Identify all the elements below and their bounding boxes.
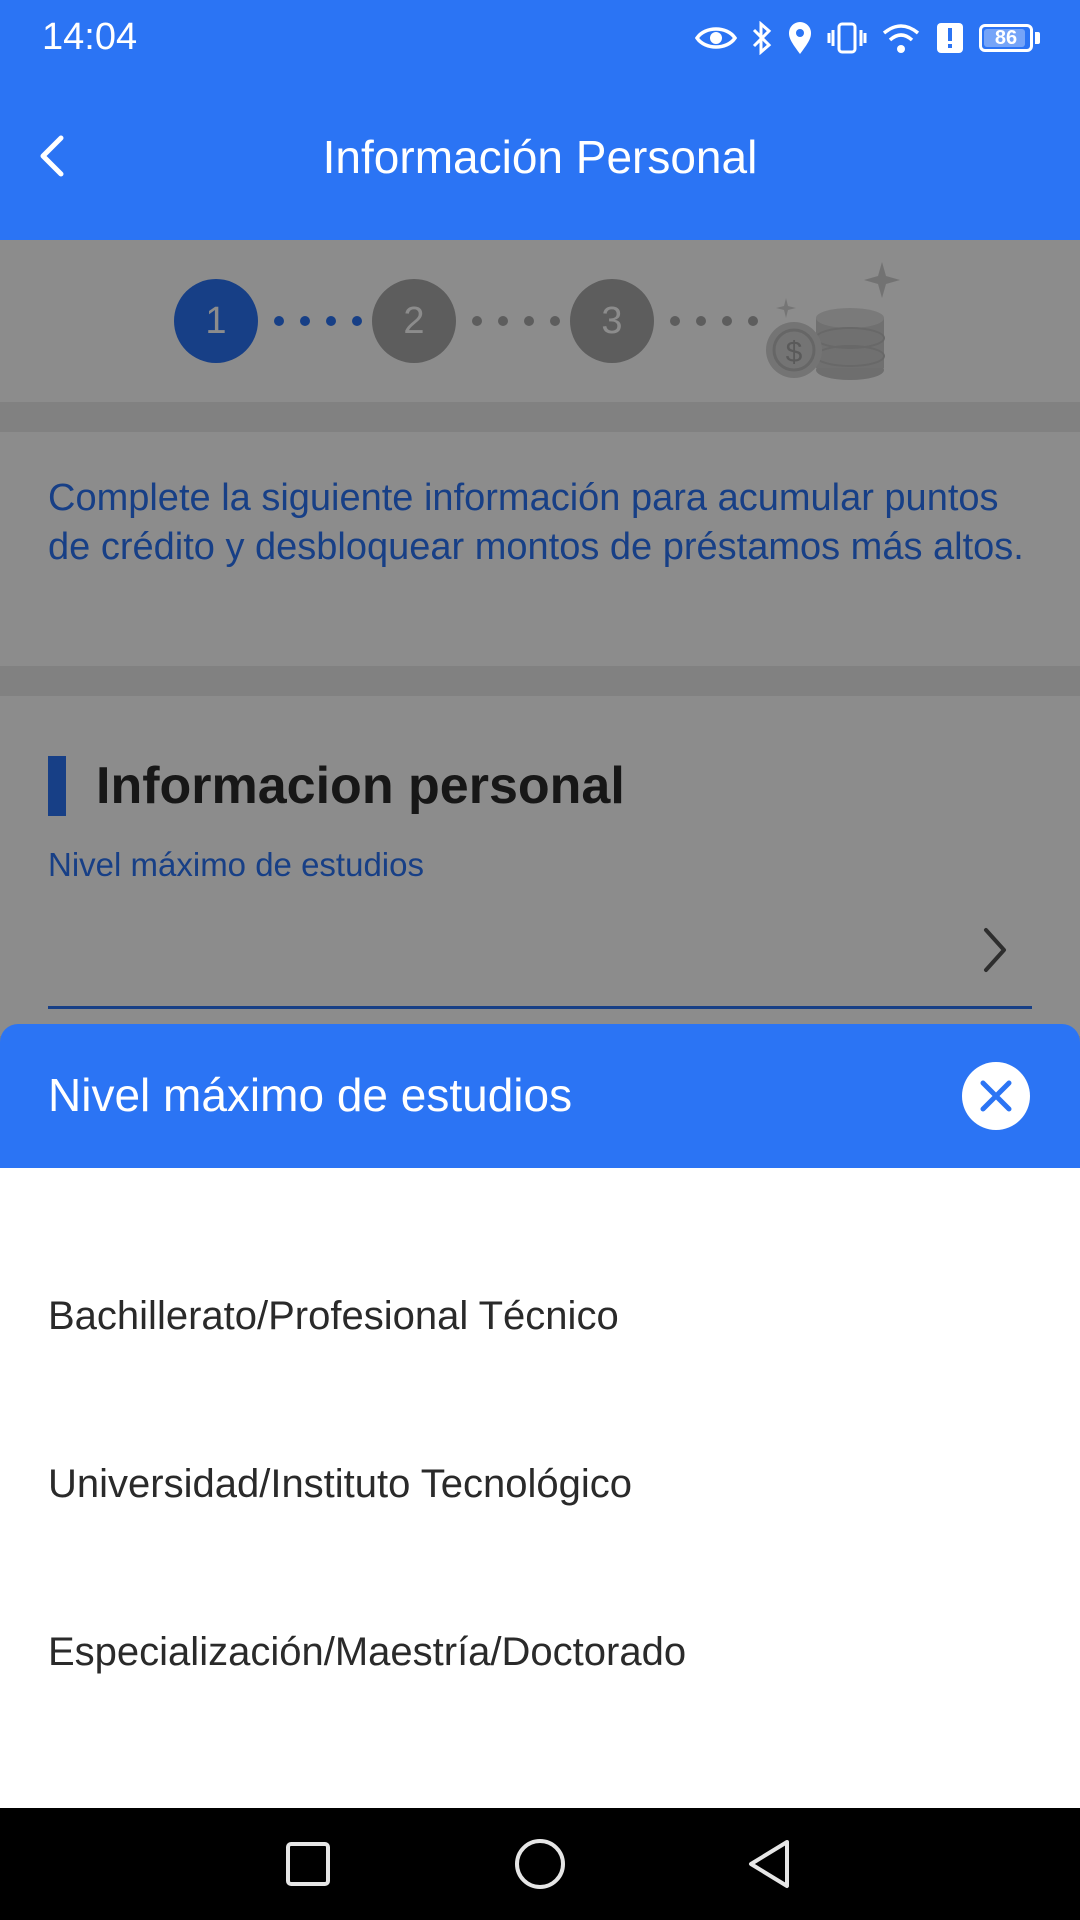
back-icon [749, 1840, 789, 1888]
vibrate-icon [827, 21, 867, 55]
wifi-icon [881, 21, 921, 55]
status-time: 14:04 [42, 16, 138, 58]
location-icon [787, 21, 813, 55]
option-especializacion[interactable]: Especialización/Maestría/Doctorado [0, 1592, 1080, 1712]
home-button[interactable] [510, 1834, 570, 1894]
close-icon [980, 1080, 1012, 1112]
battery-icon: 86 [979, 24, 1040, 52]
recent-apps-icon [286, 1842, 330, 1886]
option-universidad[interactable]: Universidad/Instituto Tecnológico [0, 1424, 1080, 1544]
eye-icon [695, 23, 737, 53]
close-button[interactable] [962, 1062, 1030, 1130]
nav-back-button[interactable] [740, 1834, 800, 1894]
status-icons: 86 [695, 18, 1040, 58]
bluetooth-icon [751, 21, 773, 55]
recent-apps-button[interactable] [278, 1834, 338, 1894]
home-icon [515, 1839, 565, 1889]
battery-level: 86 [994, 27, 1018, 49]
sheet-title: Nivel máximo de estudios [48, 1069, 573, 1121]
alert-icon [935, 21, 965, 55]
option-bachillerato[interactable]: Bachillerato/Profesional Técnico [0, 1256, 1080, 1376]
page-title: Información Personal [322, 131, 758, 183]
